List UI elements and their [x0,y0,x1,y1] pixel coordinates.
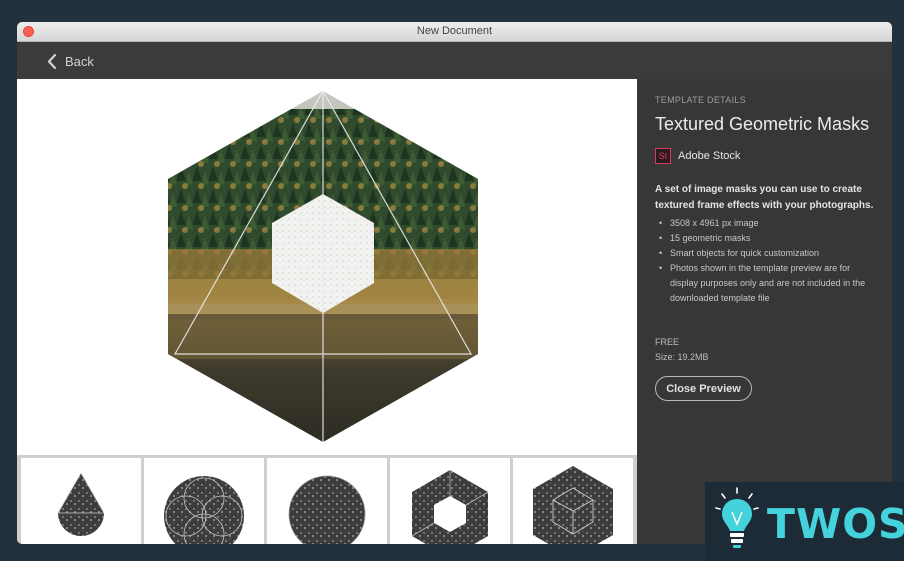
mask-thumbnail-image [411,470,489,544]
new-document-window: New Document Back TEMPLATE DETAILS Textu… [17,22,892,544]
twos-logo-text: TWOS [767,500,904,548]
price-label: FREE [655,337,680,347]
template-description: A set of image masks you can use to crea… [655,184,874,211]
window-title: New Document [416,25,493,37]
template-preview-image [168,89,478,442]
section-label: TEMPLATE DETAILS [655,95,746,105]
template-title: Textured Geometric Masks [655,114,870,134]
feature-item: Photos shown in the template preview are… [655,261,880,306]
twos-watermark: TWOS [705,482,904,561]
feature-item: Smart objects for quick customization [655,246,880,261]
thumbnail-hexagon-ring[interactable] [390,458,510,544]
mask-thumbnail-image [533,466,613,544]
mask-thumbnail-image [164,476,244,544]
thumbnail-cube-hexagon[interactable] [513,458,633,544]
vendor: St Adobe Stock [655,148,740,164]
thumbnail-circle[interactable] [267,458,387,544]
feature-item: 3508 x 4961 px image [655,216,880,231]
thumbnail-strip [17,455,637,544]
close-preview-button[interactable]: Close Preview [655,376,752,401]
thumbnail-flower-circle[interactable] [144,458,264,544]
file-size: Size: 19.2MB [655,352,709,362]
back-label: Back [65,53,94,69]
feature-item: 15 geometric masks [655,231,880,246]
toolbar: Back [17,42,892,79]
lightbulb-icon [715,487,759,548]
mask-thumbnail-image [57,472,105,536]
back-button[interactable]: Back [47,51,94,71]
mask-thumbnail-image [288,475,366,544]
title-bar: New Document [17,22,892,42]
thumbnail-drop-triangle[interactable] [21,458,141,544]
template-preview [17,79,637,455]
chevron-left-icon [47,53,57,69]
template-details-panel: TEMPLATE DETAILS Textured Geometric Mask… [638,79,892,544]
adobe-stock-icon: St [655,148,671,164]
vendor-name: Adobe Stock [678,150,741,162]
feature-list: 3508 x 4961 px image 15 geometric masks … [655,216,880,306]
